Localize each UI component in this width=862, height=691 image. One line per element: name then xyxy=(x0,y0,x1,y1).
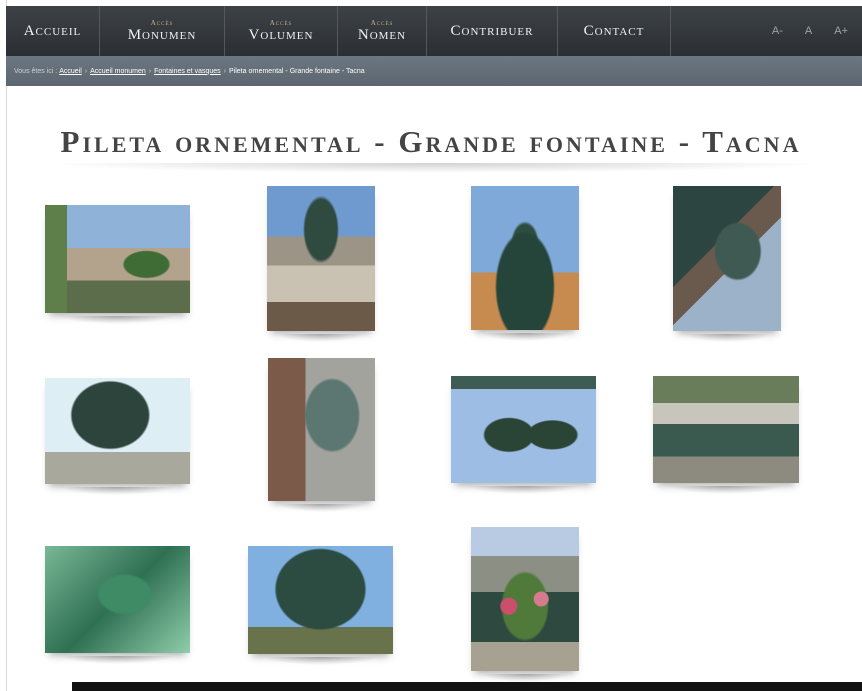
photo-shadow xyxy=(60,487,175,495)
page-title: Pileta ornemental - Grande fontaine - Ta… xyxy=(60,124,802,159)
font-normal-button[interactable]: A xyxy=(805,25,812,37)
photo-shadow xyxy=(60,316,175,324)
gallery-photo-statue-woman-detail[interactable] xyxy=(268,358,375,501)
gallery-photo-statues-cherubs[interactable] xyxy=(451,376,596,483)
font-size-controls: A- A A+ xyxy=(772,6,862,56)
breadcrumb-separator: › xyxy=(148,67,152,75)
breadcrumb-prefix: Vous êtes ici : xyxy=(14,67,58,75)
window-frame xyxy=(0,0,7,691)
nav-acces-nomen-small: Accès xyxy=(370,18,394,27)
photo-shadow xyxy=(263,657,378,665)
nav-contribuer-label: Contribuer xyxy=(450,22,534,39)
photo-shadow xyxy=(683,334,771,342)
gallery-photo-fountain-basin-rail[interactable] xyxy=(653,376,799,483)
main-navbar: Accueil Accès Monumen Accès Volumen Accè… xyxy=(6,6,862,56)
gallery-photo-fountain-plaza-view[interactable] xyxy=(267,186,375,331)
gallery-photo-fountain-basin-sky[interactable] xyxy=(471,186,579,330)
photo-shadow xyxy=(668,486,784,494)
nav-contact[interactable]: Contact xyxy=(558,6,671,56)
gallery-photo-flower-urn[interactable] xyxy=(471,527,579,671)
photo-shadow xyxy=(466,486,581,494)
gallery-photo-statue-child-detail[interactable] xyxy=(673,186,781,331)
photo-shadow xyxy=(278,504,365,512)
breadcrumb-link-accueil-monumen[interactable]: Accueil monumen xyxy=(90,68,146,75)
photo-shadow xyxy=(481,674,569,682)
nav-accueil-label: Accueil xyxy=(23,22,82,39)
breadcrumb: Vous êtes ici : Accueil › Accueil monume… xyxy=(6,56,862,86)
breadcrumb-link-accueil[interactable]: Accueil xyxy=(59,68,82,75)
nav-acces-volumen-label: Volumen xyxy=(248,26,314,43)
bottom-dark-bar xyxy=(72,682,862,691)
title-divider-shadow xyxy=(40,163,830,173)
breadcrumb-current: Pileta ornemental - Grande fontaine - Ta… xyxy=(229,67,365,75)
gallery-photo-basin-underside[interactable] xyxy=(45,378,190,484)
nav-acces-volumen-small: Accès xyxy=(269,18,293,27)
font-increase-button[interactable]: A+ xyxy=(834,25,848,37)
nav-contact-label: Contact xyxy=(583,22,645,39)
gallery-photo-fountain-plaza-cathedral[interactable] xyxy=(45,205,190,313)
photo-shadow xyxy=(277,334,365,342)
nav-acces-monumen-label: Monumen xyxy=(127,26,197,43)
nav-acces-monumen[interactable]: Accès Monumen xyxy=(100,6,225,56)
nav-acces-nomen-label: Nomen xyxy=(357,26,407,43)
nav-acces-nomen[interactable]: Accès Nomen xyxy=(338,6,427,56)
gallery-photo-ornament-relief[interactable] xyxy=(45,546,190,653)
nav-accueil[interactable]: Accueil xyxy=(6,6,100,56)
photo-shadow xyxy=(481,333,569,341)
gallery-photo-upper-basin-sky[interactable] xyxy=(248,546,393,654)
font-decrease-button[interactable]: A- xyxy=(772,25,783,37)
nav-acces-monumen-small: Accès xyxy=(150,18,174,27)
nav-acces-volumen[interactable]: Accès Volumen xyxy=(225,6,338,56)
breadcrumb-link-fontaines[interactable]: Fontaines et vasques xyxy=(154,68,221,75)
breadcrumb-separator: › xyxy=(84,67,88,75)
photo-shadow xyxy=(60,656,175,664)
breadcrumb-separator: › xyxy=(223,67,226,75)
nav-contribuer[interactable]: Contribuer xyxy=(427,6,558,56)
